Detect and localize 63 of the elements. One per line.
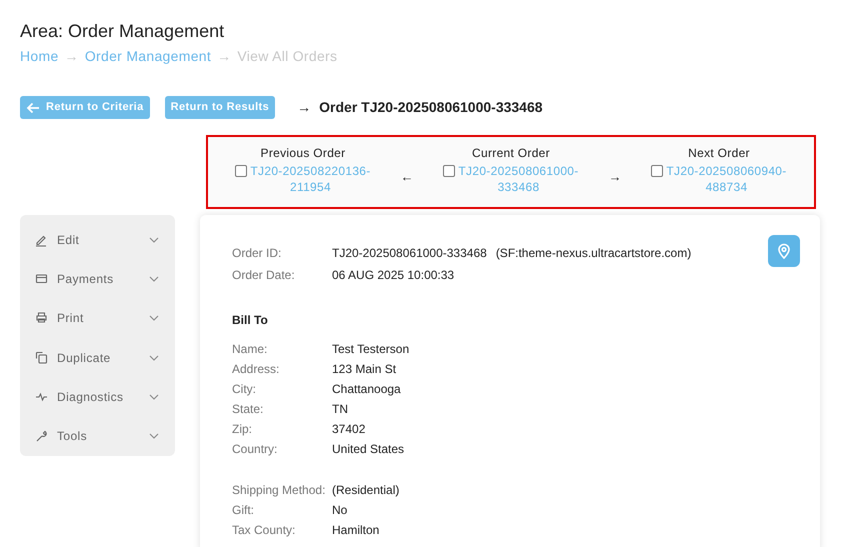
card-icon bbox=[35, 272, 48, 286]
sidebar-item[interactable]: Duplicate bbox=[20, 338, 175, 378]
sidebar-item[interactable]: Tools bbox=[20, 416, 175, 456]
breadcrumb-separator: → bbox=[217, 47, 232, 66]
copy-icon bbox=[35, 350, 48, 365]
location-button[interactable] bbox=[768, 235, 800, 267]
return-to-criteria-button[interactable]: Return to Criteria bbox=[20, 96, 150, 119]
arrow-text: → bbox=[297, 98, 312, 117]
field-value: Test Testerson bbox=[332, 342, 410, 357]
wrench-icon bbox=[35, 429, 48, 444]
field-label: Order Date: bbox=[232, 268, 296, 283]
nav-heading: Next Order bbox=[688, 145, 750, 161]
store-text: (SF:theme-nexus.ultracartstore.com) bbox=[496, 246, 692, 261]
field-value: Hamilton bbox=[332, 523, 380, 538]
arrow-text: ← bbox=[400, 168, 414, 186]
arrow-left-icon bbox=[26, 102, 40, 114]
chevron-down-icon bbox=[149, 433, 159, 440]
field-label: Gift: bbox=[232, 503, 256, 518]
field-value: Chattanooga bbox=[332, 382, 401, 397]
field-value: 06 AUG 2025 10:00:33 bbox=[332, 268, 454, 283]
order-title: Order TJ20-202508061000-333468 bbox=[319, 98, 543, 117]
section-heading: Bill To bbox=[232, 312, 269, 329]
breadcrumb-separator: → bbox=[64, 47, 79, 66]
breadcrumb-link[interactable]: Order Management bbox=[84, 46, 212, 67]
field-value: 37402 bbox=[332, 422, 366, 437]
field-value: 123 Main St bbox=[332, 362, 396, 377]
field-value: No bbox=[332, 503, 348, 518]
chevron-down-icon bbox=[149, 236, 159, 243]
checkbox[interactable] bbox=[234, 165, 246, 177]
sidebar-item[interactable]: Diagnostics bbox=[20, 377, 175, 417]
field-label: Order ID: bbox=[232, 246, 282, 261]
field-label: Shipping Method: bbox=[232, 483, 326, 498]
field-value: TJ20-202508061000-333468 bbox=[332, 246, 487, 261]
nav-heading: Current Order bbox=[472, 145, 550, 161]
field-value: TN bbox=[332, 402, 348, 417]
breadcrumb-link[interactable]: Home bbox=[20, 46, 59, 67]
printer-icon bbox=[35, 311, 48, 326]
field-label: Country: bbox=[232, 442, 278, 457]
chevron-down-icon bbox=[149, 276, 159, 282]
sidebar-item[interactable]: Edit bbox=[20, 220, 175, 260]
sidebar-item[interactable]: Print bbox=[20, 298, 175, 338]
order-link[interactable]: TJ20-202508060940-488734 bbox=[666, 163, 788, 195]
arrow-text: → bbox=[608, 168, 622, 186]
map-pin-icon bbox=[777, 243, 791, 259]
checkbox[interactable] bbox=[650, 165, 662, 177]
field-value: United States bbox=[332, 442, 404, 457]
chevron-down-icon bbox=[149, 354, 159, 361]
page-title: Area: Order Management bbox=[20, 20, 226, 43]
field-label: City: bbox=[232, 382, 257, 397]
nav-heading: Previous Order bbox=[260, 145, 346, 161]
field-label: Zip: bbox=[232, 422, 254, 437]
chevron-down-icon bbox=[149, 394, 159, 400]
field-label: State: bbox=[232, 402, 264, 417]
field-label: Address: bbox=[232, 362, 280, 377]
field-label: Name: bbox=[232, 342, 268, 357]
field-value: (Residential) bbox=[332, 483, 400, 498]
field-label: Tax County: bbox=[232, 523, 296, 538]
return-to-results-button[interactable]: Return to Results bbox=[164, 96, 276, 119]
order-link[interactable]: TJ20-202508220136-211954 bbox=[250, 163, 372, 195]
order-link[interactable]: TJ20-202508061000-333468 bbox=[458, 163, 580, 195]
checkbox[interactable] bbox=[442, 165, 454, 177]
chevron-down-icon bbox=[149, 315, 159, 322]
sidebar-item[interactable]: Payments bbox=[20, 259, 175, 299]
